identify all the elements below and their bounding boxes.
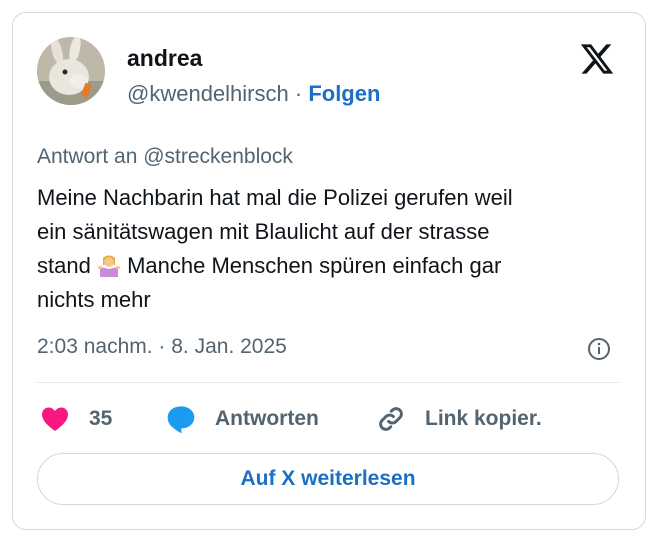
- copy-link-label: Link kopier.: [425, 407, 542, 430]
- read-more-button[interactable]: Auf X weiterlesen: [37, 453, 619, 505]
- tweet-text-segment: stand: [37, 253, 91, 278]
- author-handle-row: @kwendelhirsch · Folgen: [127, 81, 380, 107]
- x-logo-icon[interactable]: [579, 41, 615, 77]
- like-button[interactable]: 35: [39, 401, 112, 437]
- speech-bubble-icon: [165, 403, 197, 435]
- follow-button[interactable]: Folgen: [308, 81, 380, 106]
- divider: [37, 382, 619, 383]
- avatar[interactable]: [37, 37, 105, 105]
- tweet-text-line: Meine Nachbarin hat mal die Polizei geru…: [37, 185, 513, 210]
- link-icon: [375, 403, 407, 435]
- author-handle[interactable]: @kwendelhirsch: [127, 81, 289, 106]
- handle-separator: ·: [294, 81, 303, 106]
- timestamp[interactable]: 2:03 nachm. · 8. Jan. 2025: [37, 335, 287, 359]
- tweet-text-segment: Manche Menschen spüren einfach gar: [127, 253, 502, 278]
- reply-button[interactable]: Antworten: [165, 401, 319, 437]
- author-name[interactable]: andrea: [127, 45, 202, 72]
- info-icon[interactable]: [587, 337, 611, 361]
- copy-link-button[interactable]: Link kopier.: [375, 401, 542, 437]
- reply-to-text[interactable]: Antwort an @streckenblock: [37, 145, 293, 169]
- tweet-text-line: ein sänitätswagen mit Blaulicht auf der …: [37, 219, 490, 244]
- like-count: 35: [89, 407, 113, 430]
- heart-icon: [39, 404, 71, 434]
- person-shrugging-emoji: [97, 253, 121, 277]
- reply-label: Antworten: [215, 407, 319, 430]
- tweet-text: Meine Nachbarin hat mal die Polizei geru…: [37, 181, 617, 317]
- tweet-text-line: nichts mehr: [37, 287, 151, 312]
- tweet-card: andrea @kwendelhirsch · Folgen Antwort a…: [12, 12, 646, 530]
- tweet-text-line: stand Manche Menschen spüren einfach gar: [37, 249, 617, 283]
